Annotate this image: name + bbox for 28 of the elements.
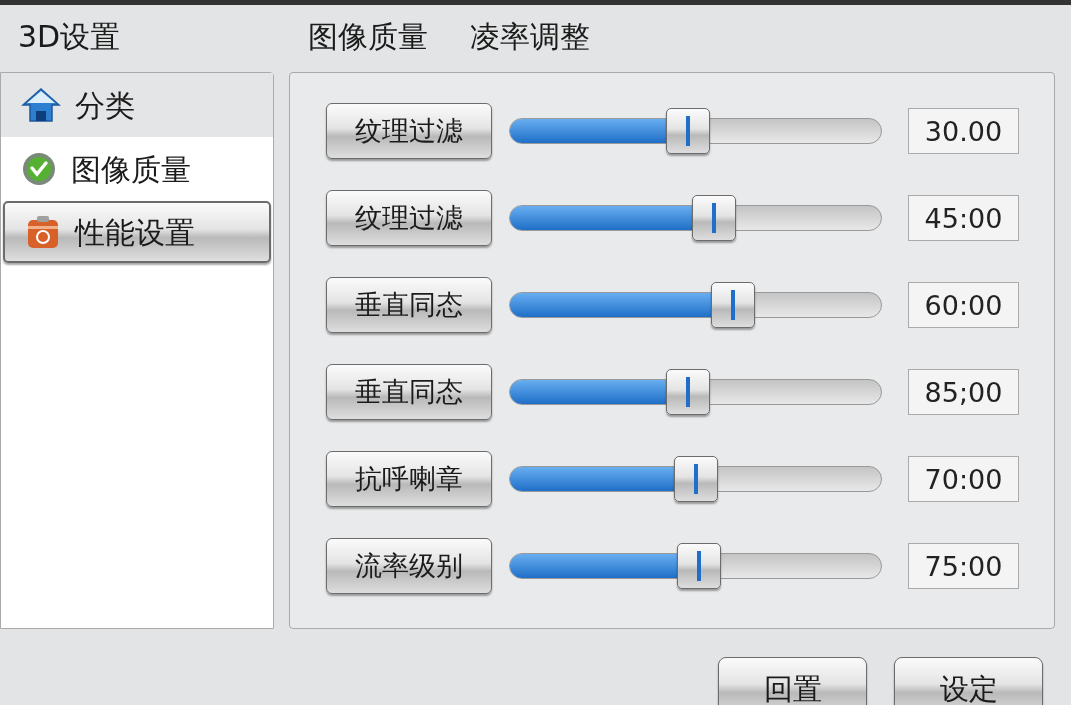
- value-field[interactable]: 75:00: [908, 543, 1019, 589]
- house-icon: [21, 87, 61, 123]
- slider-thumb[interactable]: [692, 195, 737, 241]
- slider-thumb[interactable]: [666, 369, 711, 415]
- value-field[interactable]: 45:00: [908, 195, 1019, 241]
- setting-button[interactable]: 垂直同态: [326, 277, 492, 333]
- value-field[interactable]: 85;00: [908, 369, 1019, 415]
- header-tab[interactable]: 凌率调整: [470, 13, 590, 59]
- slider-thumb[interactable]: [677, 543, 722, 589]
- dialog-button[interactable]: 回置: [718, 657, 867, 705]
- value-field[interactable]: 70:00: [908, 456, 1019, 502]
- setting-button[interactable]: 流率级别: [326, 538, 492, 594]
- header-tab[interactable]: 图像质量: [308, 13, 428, 59]
- dialog-button[interactable]: 设定: [894, 657, 1043, 705]
- slider-thumb[interactable]: [666, 108, 711, 154]
- sidebar-item[interactable]: 性能设置: [3, 201, 271, 263]
- value-field[interactable]: 60:00: [908, 282, 1019, 328]
- setting-button[interactable]: 纹理过滤: [326, 103, 492, 159]
- slider-thumb[interactable]: [710, 282, 755, 328]
- setting-button[interactable]: 纹理过滤: [326, 190, 492, 246]
- toolbox-icon: [25, 214, 61, 250]
- check-circle-icon: [21, 151, 57, 187]
- setting-button[interactable]: 抗呼喇章: [326, 451, 492, 507]
- sidebar-item[interactable]: 分类: [1, 73, 273, 137]
- window-title: 3D设置: [18, 17, 122, 56]
- value-field[interactable]: 30.00: [908, 108, 1019, 154]
- setting-button[interactable]: 垂直同态: [326, 364, 492, 420]
- slider-thumb[interactable]: [673, 456, 718, 502]
